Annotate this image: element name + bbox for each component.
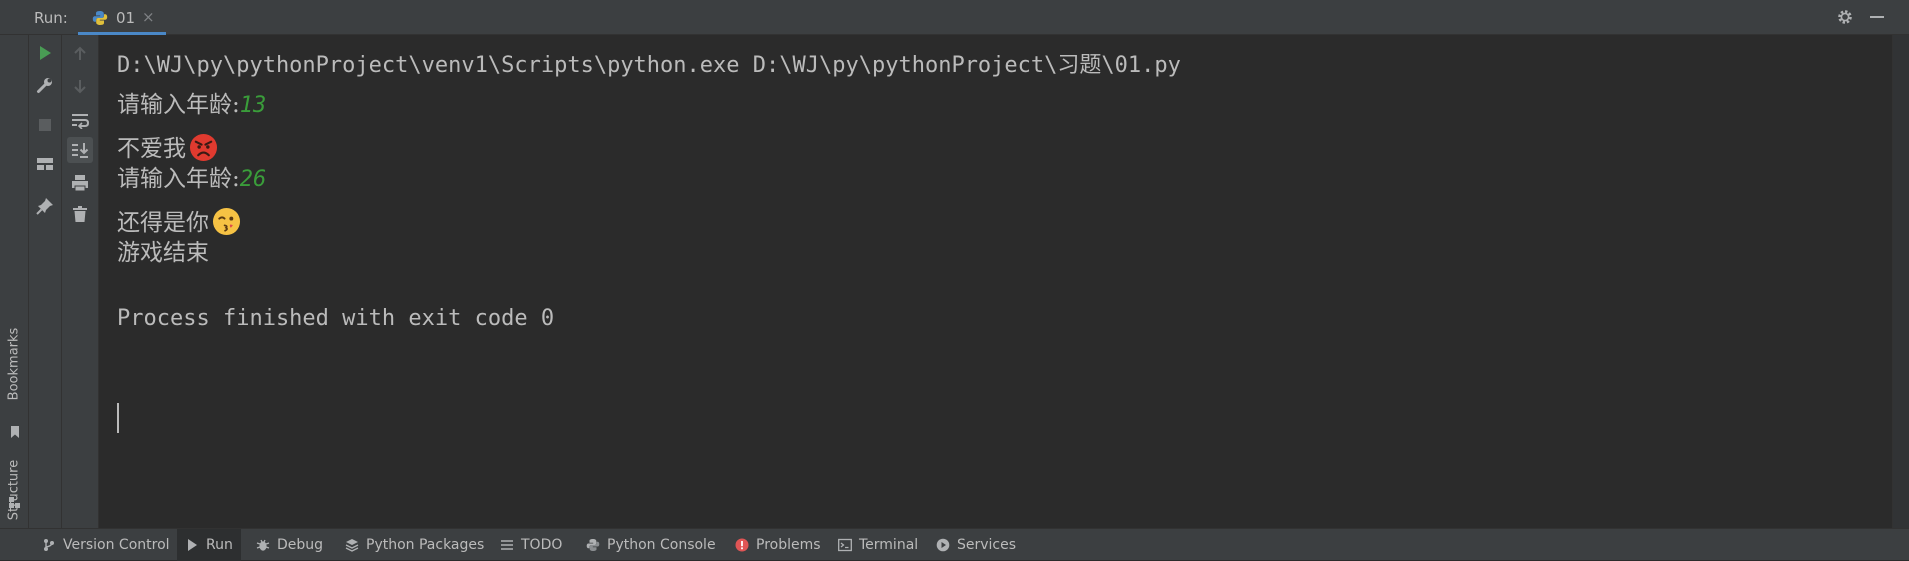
console-output[interactable]: D:\WJ\py\pythonProject\venv1\Scripts\pyt… <box>99 35 1892 528</box>
python-console-tool-button[interactable]: Python Console <box>578 529 724 561</box>
close-tab-icon[interactable]: × <box>142 8 155 26</box>
todo-label: TODO <box>521 537 563 553</box>
pin-tab-button[interactable] <box>32 193 58 219</box>
stop-button[interactable] <box>32 112 58 138</box>
clear-all-button[interactable] <box>67 201 93 227</box>
up-arrow-icon <box>74 46 86 60</box>
minimize-icon[interactable] <box>1870 16 1884 18</box>
stop-icon <box>39 119 51 131</box>
error-icon <box>735 538 749 552</box>
console-line-reply-1: 不爱我 <box>117 129 218 163</box>
version-control-label: Version Control <box>63 537 170 553</box>
branch-icon <box>44 539 54 551</box>
trash-icon <box>73 206 87 222</box>
python-icon <box>92 11 108 25</box>
text-cursor <box>117 403 119 433</box>
soft-wrap-icon <box>72 114 89 129</box>
prompt-text: 请输入年龄: <box>117 166 240 192</box>
run-tab-01[interactable]: 01 × <box>78 0 166 35</box>
run-label: Run: <box>34 9 68 27</box>
debug-tool-button[interactable]: Debug <box>248 529 331 561</box>
scroll-to-end-button[interactable] <box>67 137 93 163</box>
down-arrow-icon <box>74 80 86 94</box>
services-label: Services <box>957 537 1017 553</box>
run-toolbar-secondary <box>62 35 99 528</box>
exit-message: Process finished with exit code 0 <box>117 306 555 331</box>
run-tool-window-header: Run: 01 × <box>0 0 1909 35</box>
prompt-text: 请输入年龄: <box>117 92 240 118</box>
terminal-icon <box>838 538 852 552</box>
run-label: Run <box>206 537 233 553</box>
rerun-icon <box>40 46 51 60</box>
layout-button[interactable] <box>32 151 58 177</box>
soft-wrap-button[interactable] <box>67 107 93 133</box>
console-line-end: 游戏结束 <box>117 233 209 267</box>
tab-label: 01 <box>116 9 136 27</box>
services-icon <box>936 538 950 552</box>
layers-icon <box>345 539 359 552</box>
user-input-value: 13 <box>239 93 267 118</box>
bookmarks-tool-button[interactable]: Bookmarks <box>0 309 29 419</box>
python-packages-label: Python Packages <box>366 537 485 553</box>
version-control-button[interactable]: Version Control <box>34 529 178 561</box>
gear-icon[interactable] <box>1836 8 1854 26</box>
play-icon <box>188 539 197 551</box>
python-icon <box>586 539 600 551</box>
user-input-value: 26 <box>239 167 267 192</box>
bookmarks-label: Bookmarks <box>6 327 22 401</box>
layout-icon <box>37 158 53 170</box>
todo-tool-button[interactable]: TODO <box>492 529 570 561</box>
run-tool-button[interactable]: Run <box>177 529 241 561</box>
debug-label: Debug <box>277 537 324 553</box>
left-tool-stripe: Bookmarks Structure <box>0 35 29 528</box>
console-scrollbar[interactable] <box>1892 35 1909 528</box>
problems-label: Problems <box>756 537 821 553</box>
structure-label: Structure <box>6 459 22 521</box>
list-icon <box>501 540 513 550</box>
terminal-tool-button[interactable]: Terminal <box>830 529 926 561</box>
console-line-prompt-2: 请输入年龄:26 <box>117 159 266 193</box>
command-line: D:\WJ\py\pythonProject\venv1\Scripts\pyt… <box>117 53 1181 78</box>
problems-tool-button[interactable]: Problems <box>727 529 829 561</box>
bottom-tool-bar: Version Control Run Debug Python Package… <box>0 528 1909 561</box>
python-console-label: Python Console <box>607 537 716 553</box>
console-line-prompt-1: 请输入年龄:13 <box>117 85 266 119</box>
bug-icon <box>256 539 270 551</box>
end-text: 游戏结束 <box>117 240 209 266</box>
angry-face-emoji <box>189 133 218 162</box>
edit-configuration-button[interactable] <box>32 72 58 98</box>
scroll-to-end-icon <box>72 143 89 158</box>
print-icon <box>72 175 88 192</box>
rerun-button[interactable] <box>32 40 58 66</box>
services-tool-button[interactable]: Services <box>928 529 1024 561</box>
kissing-wink-face-emoji <box>212 207 241 236</box>
console-line-reply-2: 还得是你 <box>117 203 241 237</box>
print-button[interactable] <box>67 170 93 196</box>
previous-occurrence-button[interactable] <box>67 41 93 67</box>
pin-icon <box>36 198 53 215</box>
terminal-label: Terminal <box>859 537 919 553</box>
structure-icon <box>9 497 20 508</box>
wrench-icon <box>37 78 52 93</box>
run-toolbar-primary <box>29 35 62 528</box>
next-occurrence-button[interactable] <box>67 73 93 99</box>
python-packages-tool-button[interactable]: Python Packages <box>337 529 492 561</box>
